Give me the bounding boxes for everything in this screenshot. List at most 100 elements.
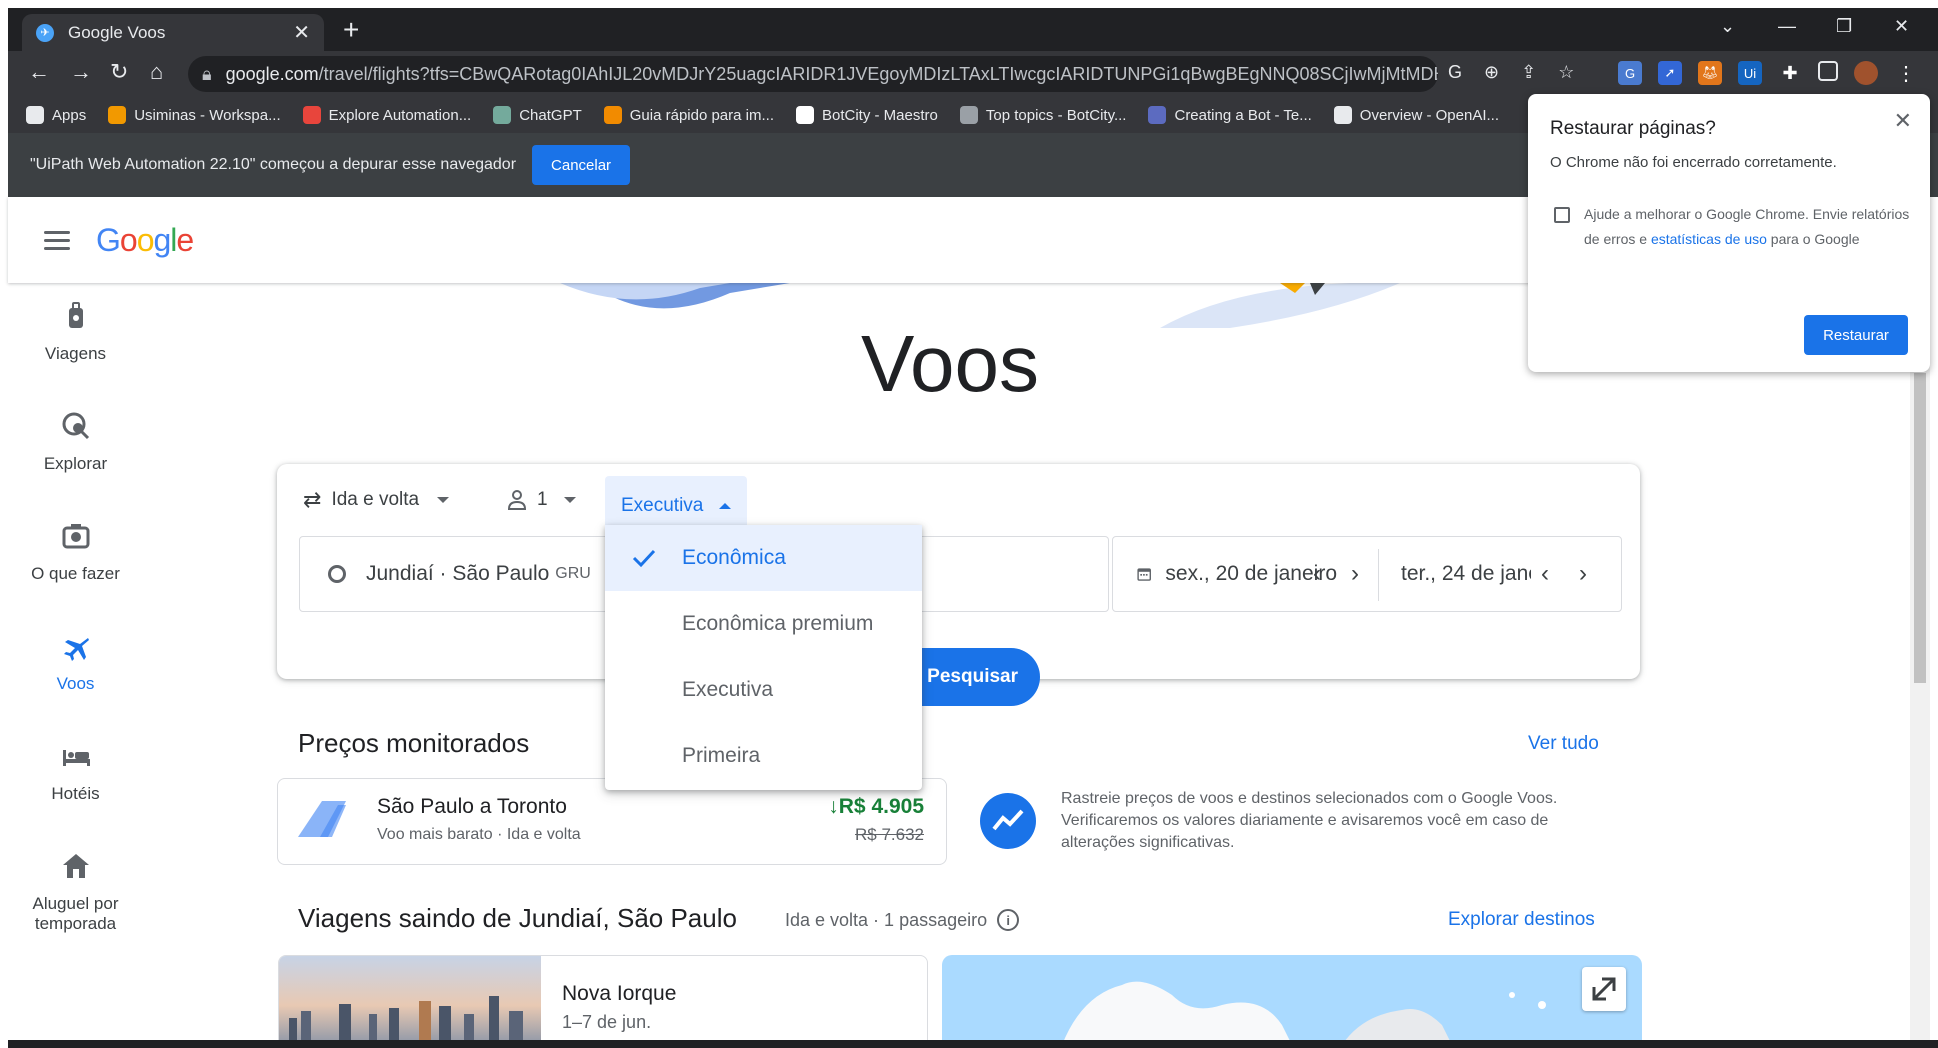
bookmark-label: BotCity - Maestro [822,106,938,124]
depart-next-icon[interactable]: › [1351,560,1359,588]
price-trend-icon [980,793,1036,849]
chevron-down-icon [563,497,576,503]
url-path: /travel/flights?tfs=CBwQARotag0IAhIJL20v… [318,63,1438,84]
cabin-option-label: Primeira [682,744,761,767]
bookmark-star-icon[interactable]: ☆ [1558,62,1574,83]
flight-search-form: ⇄ Ida e volta 1 Executiva Jundiaí · São … [277,464,1640,679]
bookmark-item[interactable]: BotCity - Maestro [796,106,938,124]
home-icon[interactable]: ⌂ [150,59,163,85]
back-icon[interactable]: ← [28,59,50,85]
bookmark-favicon-icon [959,106,978,124]
restore-button[interactable]: Restaurar [1804,315,1908,355]
bookmark-item[interactable]: Creating a Bot - Te... [1148,106,1312,124]
forward-icon[interactable]: → [70,59,92,85]
profile-avatar[interactable] [1854,61,1878,85]
browser-toolbar: ← → ↻ ⌂ 🔒︎ google.com /travel/flights?tf… [8,51,1938,97]
return-date-field[interactable]: ter., 24 de janeiro [1401,562,1531,586]
destination-name: Nova Iorque [562,982,677,1005]
info-icon[interactable]: i [997,909,1020,931]
page-scrollbar[interactable] [1910,283,1930,1043]
sidenav-label: Aluguel por temporada [32,894,119,933]
tracked-price-value: R$ 4.905 [838,795,924,818]
cabin-option[interactable]: Executiva [605,657,922,723]
logo-letter: o [136,221,155,258]
infobar-cancel-button[interactable]: Cancelar [532,145,631,185]
side-panel-icon[interactable] [1818,61,1838,81]
cabin-option[interactable]: Econômica premium [605,591,922,657]
minimize-icon[interactable]: — [1778,16,1796,37]
swap-arrows-icon: ⇄ [303,487,322,512]
bookmark-item[interactable]: Overview - OpenAI... [1333,106,1499,124]
expand-map-button[interactable] [1582,967,1626,1011]
uipath-extension-icon[interactable]: Ui [1738,61,1762,85]
new-tab-icon[interactable]: + [343,14,359,46]
translate-extension-icon[interactable]: G [1618,61,1642,85]
tab-search-icon[interactable]: ⌄ [1720,16,1735,37]
depart-date-value: sex., 20 de janeiro [1165,562,1337,585]
bookmark-item[interactable]: Top topics - BotCity... [959,106,1126,124]
usage-stats-link[interactable]: estatísticas de uso [1651,231,1767,247]
automation-extension-icon[interactable]: ➚ [1658,61,1682,85]
share-icon[interactable]: ⇪ [1521,62,1536,83]
close-window-icon[interactable]: ✕ [1894,16,1909,37]
passengers-value: 1 [537,489,548,510]
tracked-price: ↓R$ 4.905 [828,795,924,819]
return-prev-icon[interactable]: ‹ [1541,560,1549,588]
report-errors-checkbox[interactable] [1554,207,1570,223]
reload-icon[interactable]: ↻ [110,59,128,85]
bookmark-favicon-icon [1148,106,1167,124]
bookmark-item[interactable]: Apps [26,106,86,124]
bookmark-item[interactable]: ChatGPT [493,106,582,124]
cabin-option[interactable]: Econômica [605,525,922,591]
depart-date-field[interactable]: sex., 20 de janeiro [1137,561,1337,587]
google-lens-icon[interactable]: G [1448,62,1462,83]
date-divider [1378,549,1379,601]
scrollbar-thumb[interactable] [1914,373,1926,683]
help-suffix: para o Google [1770,231,1860,247]
bookmark-label: Creating a Bot - Te... [1174,106,1312,124]
chevron-down-icon [437,497,450,503]
zoom-icon[interactable]: ⊕ [1484,62,1499,83]
sidenav-item-o-que-fazer[interactable]: O que fazer [8,520,143,584]
sidenav-item-hoteis[interactable]: Hotéis [8,740,143,804]
bookmark-item[interactable]: Explore Automation... [302,106,471,124]
sidenav-item-viagens[interactable]: Viagens [8,300,143,364]
popup-message: O Chrome não foi encerrado corretamente. [1550,154,1837,171]
date-range-input: sex., 20 de janeiro ‹ › ter., 24 de jane… [1112,536,1622,612]
see-all-link[interactable]: Ver tudo [1528,733,1599,755]
google-logo[interactable]: Google [96,221,194,259]
sidenav-item-voos[interactable]: Voos [8,630,143,694]
cabin-option[interactable]: Primeira [605,723,922,789]
bookmark-favicon-icon [796,106,814,124]
tracked-route-card[interactable]: São Paulo a Toronto Voo mais barato · Id… [277,778,947,865]
passengers-select[interactable]: 1 [491,476,592,524]
browser-window: ✈ Google Voos ✕ + ⌄ — ❐ ✕ ← → ↻ ⌂ 🔒︎ goo… [0,0,1938,1048]
destination-card[interactable]: Nova Iorque 1–7 de jun. [278,955,928,1045]
browser-tab[interactable]: ✈ Google Voos ✕ [22,14,324,51]
sidenav-item-aluguel[interactable]: Aluguel por temporada [8,850,143,934]
address-bar[interactable]: 🔒︎ google.com /travel/flights?tfs=CBwQAR… [188,56,1438,92]
bookmark-item[interactable]: Usiminas - Workspa... [108,106,281,124]
metamask-extension-icon[interactable]: 🦊︎ [1698,61,1722,85]
luggage-icon [68,302,83,328]
bookmark-item[interactable]: Guia rápido para im... [603,106,774,124]
depart-prev-icon[interactable]: ‹ [1313,560,1321,588]
close-tab-icon[interactable]: ✕ [293,20,310,45]
tracking-info-text: Rastreie preços de voos e destinos selec… [1061,790,1558,851]
restore-window-icon[interactable]: ❐ [1836,16,1852,37]
menu-dots-icon[interactable]: ⋮ [1894,61,1918,85]
check-icon [632,549,656,568]
origin-circle-icon [328,565,346,583]
main-menu-icon[interactable] [44,230,70,250]
extensions-puzzle-icon[interactable]: ✚ [1778,61,1802,85]
explore-destinations-link[interactable]: Explorar destinos [1448,909,1595,931]
return-next-icon[interactable]: › [1579,560,1587,588]
close-icon[interactable]: ✕ [1894,108,1912,134]
trip-type-select[interactable]: ⇄ Ida e volta [287,476,465,524]
destinations-map[interactable] [942,955,1642,1045]
flight-icon [63,638,89,661]
logo-letter: e [176,221,194,258]
destination-image [279,956,541,1044]
sidenav-item-explorar[interactable]: Explorar [8,410,143,474]
taskbar-edge [8,1040,1938,1048]
